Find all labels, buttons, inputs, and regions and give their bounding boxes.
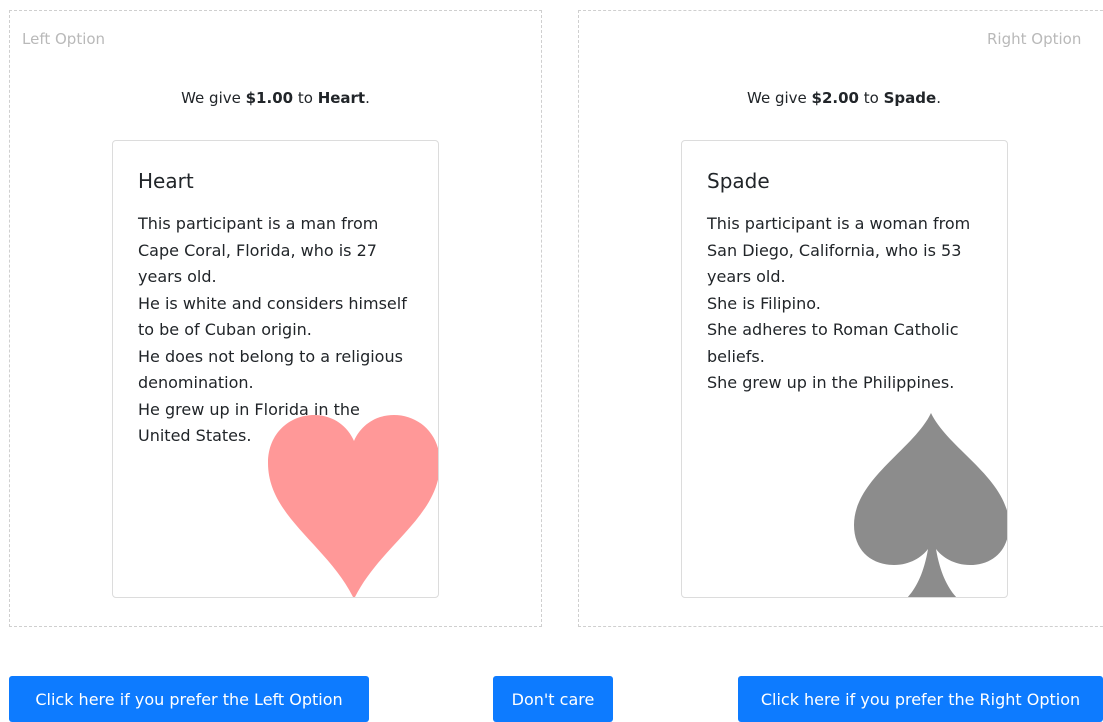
right-give-suffix: . [936,89,941,107]
right-give-line: We give $2.00 to Spade. [579,89,1103,107]
left-card-line: He does not belong to a religious denomi… [138,346,403,393]
left-give-prefix: We give [181,89,246,107]
left-option-panel: Left Option We give $1.00 to Heart. Hear… [9,10,542,627]
left-card-line: This participant is a man from Cape Cora… [138,214,379,286]
left-participant-card: Heart This participant is a man from Cap… [112,140,439,598]
right-card-line: She adheres to Roman Catholic beliefs. [707,320,959,366]
left-give-amount: $1.00 [245,89,294,107]
heart-shape [268,415,438,597]
right-participant-card: Spade This participant is a woman from S… [681,140,1008,598]
left-give-mid: to [293,89,318,107]
spade-shape [854,413,1007,597]
right-card-title: Spade [707,169,770,193]
left-option-title: Left Option [22,30,106,48]
left-card-line: He is white and considers himself to be … [138,293,407,340]
right-give-prefix: We give [747,89,812,107]
left-give-recipient: Heart [317,89,366,107]
left-give-line: We give $1.00 to Heart. [10,89,541,107]
prefer-right-button[interactable]: Click here if you prefer the Right Optio… [738,676,1103,722]
left-card-title: Heart [138,169,194,193]
right-card-line: This participant is a woman from San Die… [707,214,971,286]
prefer-left-button[interactable]: Click here if you prefer the Left Option [9,676,369,722]
heart-icon [268,415,438,597]
right-give-amount: $2.00 [811,89,859,107]
left-give-suffix: . [365,89,370,107]
right-option-title: Right Option [987,30,1082,48]
right-give-recipient: Spade [883,89,937,107]
dont-care-button[interactable]: Don't care [493,676,613,722]
spade-icon [854,413,1007,597]
right-card-line: She is Filipino. [707,293,821,313]
right-card-line: She grew up in the Philippines. [707,373,955,392]
right-option-panel: Right Option We give $2.00 to Spade. Spa… [578,10,1103,627]
right-card-description: This participant is a woman from San Die… [707,211,977,397]
right-give-mid: to [859,89,884,107]
